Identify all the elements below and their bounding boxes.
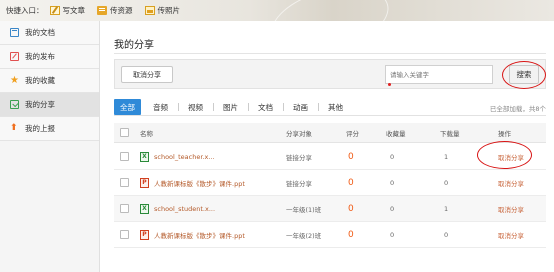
cancel-share-link[interactable]: 取消分享 bbox=[498, 230, 524, 240]
row-checkbox[interactable] bbox=[120, 204, 129, 213]
quick-entry-bar: 快捷入口： 写文章 传资源 传照片 bbox=[0, 0, 554, 21]
sidebar-item-report[interactable]: ⬆ 我的上报 bbox=[0, 117, 99, 141]
header-downloads: 下载量 bbox=[440, 129, 460, 138]
sidebar-item-label: 我的分享 bbox=[25, 100, 55, 109]
header-share-target: 分享对象 bbox=[286, 129, 312, 138]
score-value: 0 bbox=[348, 203, 354, 214]
excel-file-icon: X bbox=[140, 151, 149, 162]
quick-entry-label: 快捷入口： bbox=[6, 6, 44, 15]
publish-icon bbox=[10, 52, 19, 61]
downloads-count: 0 bbox=[444, 230, 449, 239]
annotation-circle-action bbox=[477, 141, 532, 169]
input-error-dot bbox=[388, 83, 391, 86]
share-target: 一年级(2)班 bbox=[286, 231, 322, 240]
cancel-share-link[interactable]: 取消分享 bbox=[498, 204, 524, 214]
select-all-checkbox[interactable] bbox=[120, 128, 129, 137]
upload-photo-label: 传照片 bbox=[157, 6, 181, 15]
excel-file-icon: X bbox=[140, 203, 149, 214]
share-target: 链接分享 bbox=[286, 179, 312, 188]
score-value: 0 bbox=[348, 229, 354, 240]
filter-tabs: 全部 音频 视频 图片 文档 动画 其他 已全部加载，共8个 bbox=[114, 99, 546, 115]
tab-animation[interactable]: 动画 bbox=[283, 99, 318, 115]
loaded-count-text: 已全部加载，共8个 bbox=[489, 105, 546, 113]
write-article-label: 写文章 bbox=[62, 6, 86, 15]
score-value: 0 bbox=[348, 151, 354, 162]
row-checkbox[interactable] bbox=[120, 230, 129, 239]
ppt-file-icon: P bbox=[140, 229, 149, 240]
tab-video[interactable]: 视频 bbox=[178, 99, 213, 115]
cancel-share-button[interactable]: 取消分享 bbox=[121, 66, 173, 83]
header-name: 名称 bbox=[140, 129, 153, 138]
tab-other[interactable]: 其他 bbox=[318, 99, 353, 115]
page-title: 我的分享 bbox=[114, 40, 154, 51]
upload-photo-icon bbox=[144, 6, 155, 15]
header-decoration bbox=[264, 0, 396, 21]
sidebar-item-publish[interactable]: 我的发布 bbox=[0, 45, 99, 69]
table-row: X school_teacher.x... 链接分享 0 0 1 取消分享 bbox=[114, 141, 546, 170]
upload-photo-link[interactable]: 传照片 bbox=[144, 5, 181, 16]
table-row: P 人教新课标版《散步》课件.ppt 链接分享 0 0 0 取消分享 bbox=[114, 170, 546, 196]
tab-document[interactable]: 文档 bbox=[248, 99, 283, 115]
share-icon bbox=[10, 100, 19, 109]
sidebar-item-label: 我的发布 bbox=[25, 52, 55, 61]
cancel-share-link[interactable]: 取消分享 bbox=[498, 178, 524, 188]
header-favorites: 收藏量 bbox=[386, 129, 406, 138]
annotation-circle-search bbox=[502, 61, 546, 89]
file-name-link[interactable]: school_teacher.x... bbox=[154, 153, 215, 161]
share-target: 链接分享 bbox=[286, 153, 312, 162]
tabs-divider bbox=[114, 115, 546, 116]
sidebar-item-documents[interactable]: 我的文档 bbox=[0, 21, 99, 45]
sidebar-item-share[interactable]: 我的分享 bbox=[0, 93, 99, 117]
upload-icon: ⬆ bbox=[10, 123, 18, 133]
share-target: 一年级(1)班 bbox=[286, 205, 322, 214]
downloads-count: 1 bbox=[444, 152, 449, 161]
downloads-count: 0 bbox=[444, 178, 449, 187]
sidebar: 我的文档 我的发布 ★ 我的收藏 我的分享 ⬆ 我的上报 bbox=[0, 21, 100, 272]
sidebar-item-favorites[interactable]: ★ 我的收藏 bbox=[0, 69, 99, 93]
row-checkbox[interactable] bbox=[120, 178, 129, 187]
favorites-count: 0 bbox=[390, 152, 395, 161]
file-name-link[interactable]: 人教新课标版《散步》课件.ppt bbox=[154, 178, 245, 188]
score-value: 0 bbox=[348, 177, 354, 188]
tab-image[interactable]: 图片 bbox=[213, 99, 248, 115]
search-input[interactable] bbox=[385, 65, 493, 84]
upload-resource-icon bbox=[97, 6, 107, 15]
favorites-count: 0 bbox=[390, 230, 395, 239]
sidebar-item-label: 我的文档 bbox=[25, 28, 55, 37]
row-checkbox[interactable] bbox=[120, 152, 129, 161]
favorites-count: 0 bbox=[390, 204, 395, 213]
document-icon bbox=[10, 28, 19, 37]
title-divider bbox=[114, 53, 546, 54]
sidebar-item-label: 我的收藏 bbox=[25, 76, 55, 85]
table-row: P 人教新课标版《散步》课件.ppt 一年级(2)班 0 0 0 取消分享 bbox=[114, 222, 546, 248]
favorites-count: 0 bbox=[390, 178, 395, 187]
action-bar: 取消分享 搜索 bbox=[114, 59, 546, 89]
header-score: 评分 bbox=[346, 129, 359, 138]
file-name-link[interactable]: 人教新课标版《散步》课件.ppt bbox=[154, 230, 245, 240]
upload-resource-link[interactable]: 传资源 bbox=[97, 5, 133, 16]
sidebar-item-label: 我的上报 bbox=[25, 124, 55, 133]
upload-resource-label: 传资源 bbox=[110, 6, 133, 15]
table-row: X school_student.x... 一年级(1)班 0 0 1 取消分享 bbox=[114, 196, 546, 222]
write-article-icon bbox=[49, 6, 60, 15]
header-actions: 操作 bbox=[498, 129, 511, 138]
tab-all[interactable]: 全部 bbox=[114, 99, 141, 115]
table-header: 名称 分享对象 评分 收藏量 下载量 操作 bbox=[114, 123, 546, 143]
main-content: 我的分享 取消分享 搜索 全部 音频 视频 图片 文档 动画 其他 已全部加载，… bbox=[100, 21, 554, 272]
ppt-file-icon: P bbox=[140, 177, 149, 188]
downloads-count: 1 bbox=[444, 204, 449, 213]
file-name-link[interactable]: school_student.x... bbox=[154, 205, 215, 213]
star-icon: ★ bbox=[10, 75, 19, 86]
tab-audio[interactable]: 音频 bbox=[143, 99, 178, 115]
write-article-link[interactable]: 写文章 bbox=[49, 5, 86, 16]
